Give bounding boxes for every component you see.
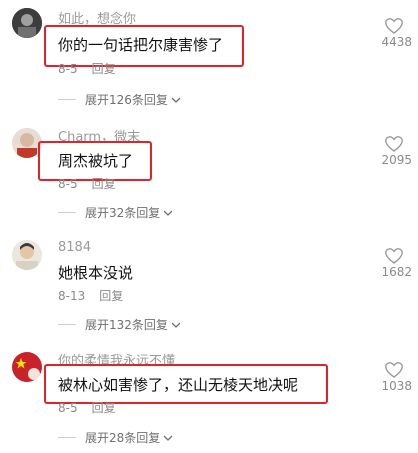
avatar[interactable] [12, 352, 42, 382]
expand-replies-label: 展开32条回复 [85, 206, 161, 220]
divider [58, 212, 76, 213]
like-count: 1682 [381, 265, 412, 279]
chevron-down-icon [163, 206, 173, 220]
like-button[interactable]: 4438 [374, 18, 414, 49]
highlight-box [44, 364, 328, 404]
heart-icon [374, 18, 414, 34]
comment-date: 8-5 [58, 62, 78, 76]
heart-icon [374, 362, 414, 378]
comment-date: 8-5 [58, 401, 78, 415]
divider [58, 437, 76, 438]
expand-replies-label: 展开126条回复 [85, 93, 168, 107]
comment-meta: 8-13 回复 [58, 287, 123, 304]
like-count: 1038 [381, 379, 412, 393]
comment-meta: 8-5 回复 [58, 175, 116, 192]
like-button[interactable]: 1038 [374, 362, 414, 393]
avatar[interactable] [12, 8, 42, 38]
divider [58, 324, 76, 325]
comment-username[interactable]: 8184 [58, 240, 91, 255]
comment-text: 她根本没说 [58, 264, 134, 282]
expand-replies-button[interactable]: 展开126条回复 [58, 91, 181, 108]
like-button[interactable]: 1682 [374, 248, 414, 279]
expand-replies-button[interactable]: 展开32条回复 [58, 204, 173, 221]
reply-button[interactable]: 回复 [92, 177, 116, 191]
expand-replies-button[interactable]: 展开28条回复 [58, 429, 173, 446]
reply-button[interactable]: 回复 [99, 289, 123, 303]
heart-icon [374, 248, 414, 264]
comment-date: 8-5 [58, 177, 78, 191]
reply-button[interactable]: 回复 [92, 62, 116, 76]
comment-meta: 8-5 回复 [58, 60, 116, 77]
expand-replies-button[interactable]: 展开132条回复 [58, 316, 181, 333]
chevron-down-icon [171, 318, 181, 332]
expand-replies-label: 展开28条回复 [85, 431, 161, 445]
expand-replies-label: 展开132条回复 [85, 318, 168, 332]
heart-icon [374, 136, 414, 152]
avatar[interactable] [12, 240, 42, 270]
reply-button[interactable]: 回复 [92, 401, 116, 415]
divider [58, 99, 76, 100]
comment-meta: 8-5 回复 [58, 399, 116, 416]
like-count: 2095 [381, 153, 412, 167]
like-button[interactable]: 2095 [374, 136, 414, 167]
comment-date: 8-13 [58, 289, 86, 303]
chevron-down-icon [163, 431, 173, 445]
chevron-down-icon [171, 93, 181, 107]
like-count: 4438 [381, 35, 412, 49]
